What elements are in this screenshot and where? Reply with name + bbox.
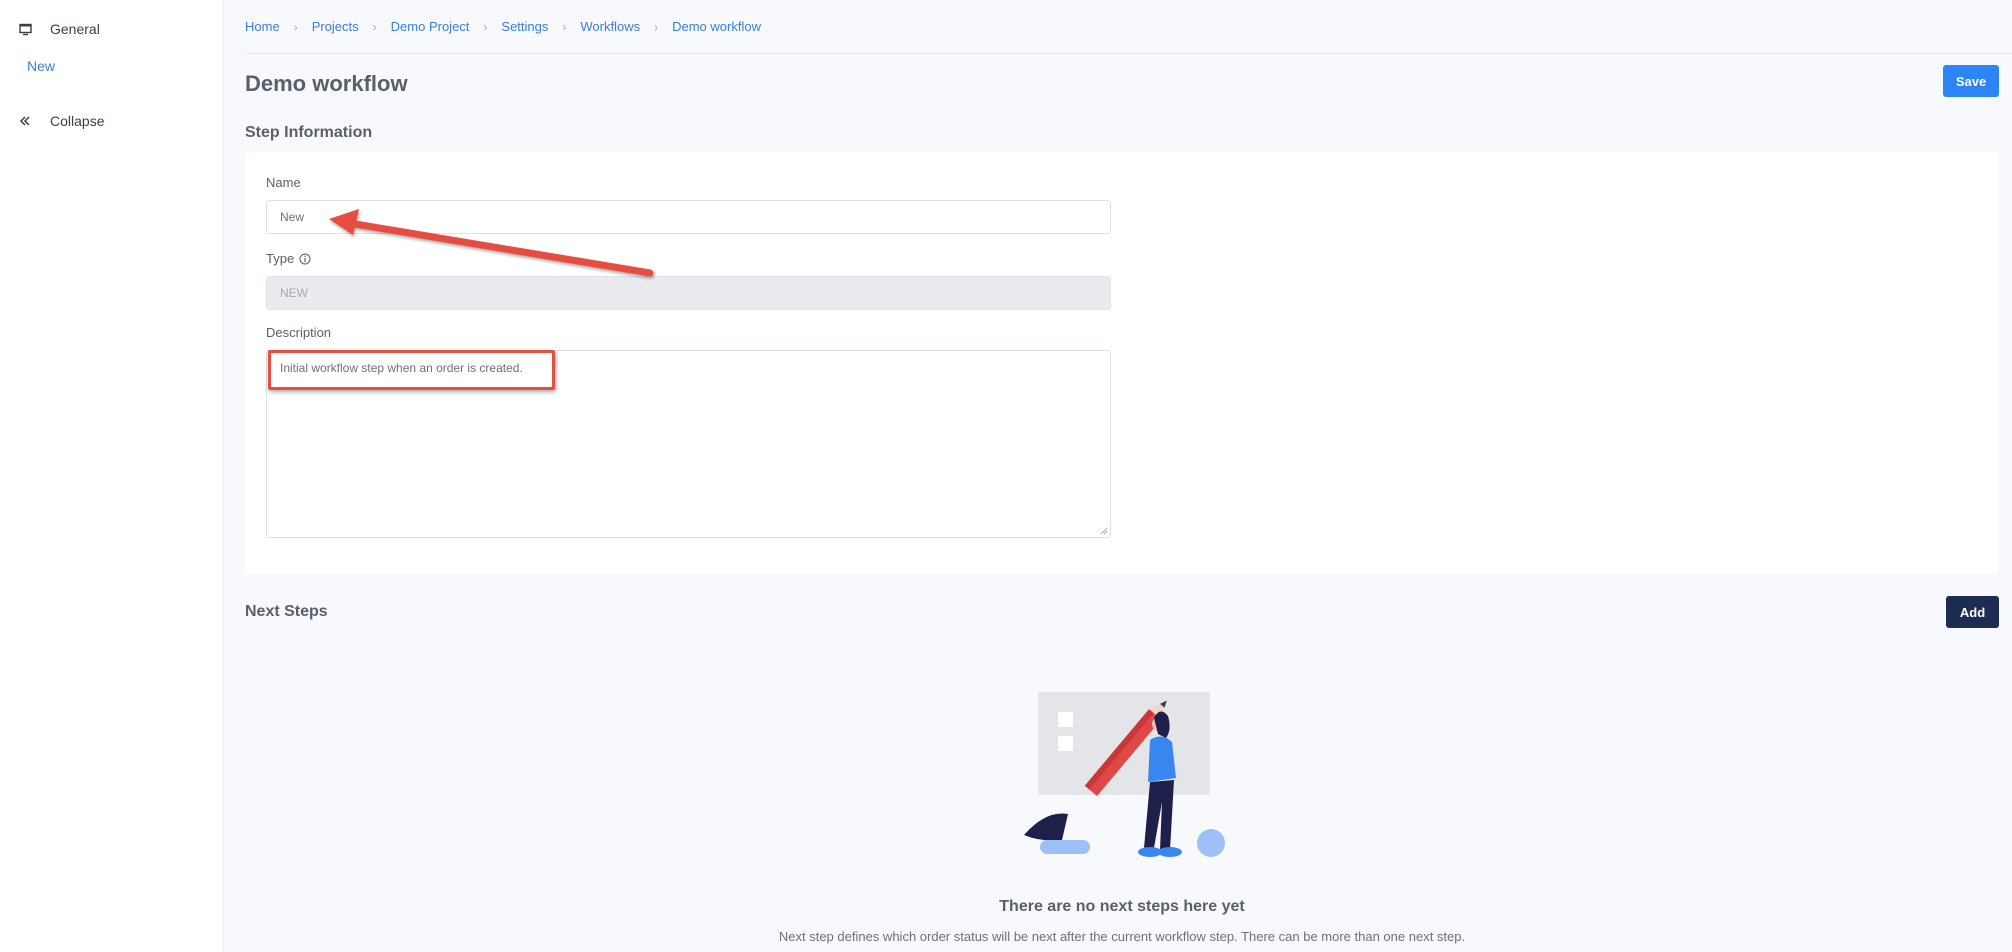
- monitor-icon: [18, 22, 32, 36]
- sidebar-item-general[interactable]: General: [18, 21, 100, 37]
- breadcrumb: Home › Projects › Demo Project › Setting…: [245, 0, 2012, 54]
- breadcrumb-demo-workflow[interactable]: Demo workflow: [672, 19, 761, 34]
- sidebar-item-label: General: [50, 21, 100, 37]
- sidebar-collapse-button[interactable]: Collapse: [18, 113, 104, 129]
- empty-state-title: There are no next steps here yet: [999, 898, 1245, 915]
- empty-state-title-wrap: There are no next steps here yet: [245, 898, 1999, 916]
- annotation-arrow-icon: [329, 209, 654, 277]
- breadcrumb-projects[interactable]: Projects: [312, 19, 359, 34]
- chevron-right-icon: ›: [293, 19, 298, 34]
- sidebar: General New Collapse: [0, 0, 224, 952]
- resize-handle-icon[interactable]: [1100, 527, 1108, 535]
- breadcrumb-demo-project[interactable]: Demo Project: [391, 19, 470, 34]
- type-label: Type: [266, 251, 295, 266]
- annotation-highlight-box: [268, 350, 555, 390]
- chevron-right-icon: ›: [654, 19, 659, 34]
- empty-state-description: Next step defines which order status wil…: [778, 929, 1466, 944]
- empty-state-illustration: [1024, 692, 1225, 857]
- type-label-row: Type: [266, 251, 311, 266]
- next-steps-title: Next Steps: [245, 603, 328, 620]
- breadcrumb-settings[interactable]: Settings: [501, 19, 548, 34]
- chevron-right-icon: ›: [483, 19, 488, 34]
- breadcrumb-home[interactable]: Home: [245, 19, 280, 34]
- chevron-right-icon: ›: [372, 19, 377, 34]
- page-title: Demo workflow: [245, 71, 408, 96]
- double-chevron-left-icon: [18, 114, 32, 128]
- name-label: Name: [266, 175, 301, 190]
- sidebar-subitem-new[interactable]: New: [27, 58, 55, 74]
- info-icon[interactable]: [299, 253, 311, 265]
- save-button[interactable]: Save: [1943, 65, 1999, 97]
- empty-state-description-wrap: Next step defines which order status wil…: [245, 929, 1999, 944]
- description-label: Description: [266, 325, 332, 340]
- step-information-title: Step Information: [245, 124, 373, 141]
- add-next-step-button[interactable]: Add: [1946, 596, 1999, 628]
- chevron-right-icon: ›: [562, 19, 567, 34]
- collapse-label: Collapse: [50, 113, 105, 129]
- breadcrumb-workflows[interactable]: Workflows: [580, 19, 640, 34]
